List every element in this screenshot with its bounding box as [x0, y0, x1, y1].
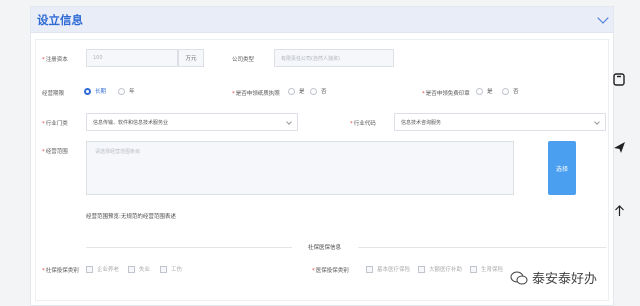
divider-right	[358, 247, 606, 248]
paper-license-no[interactable]: 否	[310, 87, 327, 95]
radio-icon	[502, 87, 509, 95]
term-label: 经营期限	[42, 91, 65, 97]
send-icon[interactable]	[612, 140, 626, 154]
insurance-type-label: *社保投保类别	[42, 268, 79, 274]
medical-maternity-checkbox[interactable]: 生育保险	[470, 265, 503, 273]
chevron-down-icon	[594, 119, 600, 125]
page: 设立信息 *注册资本 100 万元 公司类型 有限责任公司(自然人独资) 经营期…	[0, 0, 640, 306]
paper-license-yes[interactable]: 是	[288, 87, 305, 95]
term-option-long[interactable]: 长期	[84, 87, 106, 95]
industry-code-label: *行业代码	[350, 121, 376, 127]
checkbox-icon	[470, 265, 477, 273]
watermark-text: 泰安泰好办	[532, 272, 598, 287]
industry-code-select[interactable]: 信息技术咨询服务	[394, 113, 606, 131]
industry-category-label: *行业门类	[42, 121, 68, 127]
checkbox-icon	[366, 265, 373, 273]
free-seal-label: *是否申领免费印章	[422, 91, 470, 97]
term-option-year[interactable]: 年	[118, 87, 135, 95]
choose-scope-button[interactable]: 选择	[548, 141, 576, 195]
radio-icon	[310, 87, 317, 95]
radio-icon	[118, 87, 125, 95]
insurance-pension-checkbox[interactable]: 企业养老	[86, 265, 119, 273]
industry-category-select[interactable]: 信息传输、软件和信息技术服务业	[86, 113, 298, 131]
capital-unit: 万元	[178, 49, 204, 67]
panel-header[interactable]: 设立信息	[31, 7, 613, 33]
insurance-unemployment-checkbox[interactable]: 失业	[128, 265, 150, 273]
paper-license-label: *是否申领纸质执照	[232, 91, 280, 97]
business-scope-textarea[interactable]: 请选择经营范围条目	[86, 141, 514, 195]
radio-icon	[288, 87, 295, 95]
company-type-input[interactable]: 有限责任公司(自然人独资)	[274, 49, 394, 67]
radio-icon	[476, 87, 483, 95]
watermark: 泰安泰好办	[510, 268, 597, 287]
checkbox-icon	[128, 265, 135, 273]
medical-type-label: *医保投保类别	[312, 268, 349, 274]
registered-capital-input[interactable]: 100	[86, 49, 178, 67]
checkbox-icon	[418, 265, 425, 273]
insurance-injury-checkbox[interactable]: 工伤	[160, 265, 182, 273]
scope-preview-text: 经营范围预览:无规范的经营范围表述	[86, 214, 176, 220]
medical-large-checkbox[interactable]: 大额医疗补助	[418, 265, 462, 273]
registered-capital-label: *注册资本	[42, 57, 68, 63]
arrow-up-icon[interactable]	[612, 204, 626, 218]
free-seal-yes[interactable]: 是	[476, 87, 493, 95]
save-icon[interactable]	[612, 72, 626, 86]
form-body: *注册资本 100 万元 公司类型 有限责任公司(自然人独资) 经营期限 长期 …	[35, 39, 609, 301]
free-seal-no[interactable]: 否	[502, 87, 519, 95]
checkbox-icon	[86, 265, 93, 273]
section-title: 设立信息	[37, 12, 83, 27]
social-security-heading: 社保医保信息	[308, 245, 342, 251]
checkbox-icon	[160, 265, 167, 273]
medical-basic-checkbox[interactable]: 基本医疗保险	[366, 265, 410, 273]
radio-selected-icon	[84, 87, 91, 95]
setup-info-panel: 设立信息 *注册资本 100 万元 公司类型 有限责任公司(自然人独资) 经营期…	[30, 6, 614, 306]
company-type-label: 公司类型	[232, 57, 255, 63]
chevron-down-icon	[286, 119, 292, 125]
divider-left	[86, 247, 292, 248]
chevron-down-icon[interactable]	[597, 11, 609, 24]
wechat-icon	[510, 271, 528, 284]
business-scope-label: *经营范围	[42, 149, 68, 155]
